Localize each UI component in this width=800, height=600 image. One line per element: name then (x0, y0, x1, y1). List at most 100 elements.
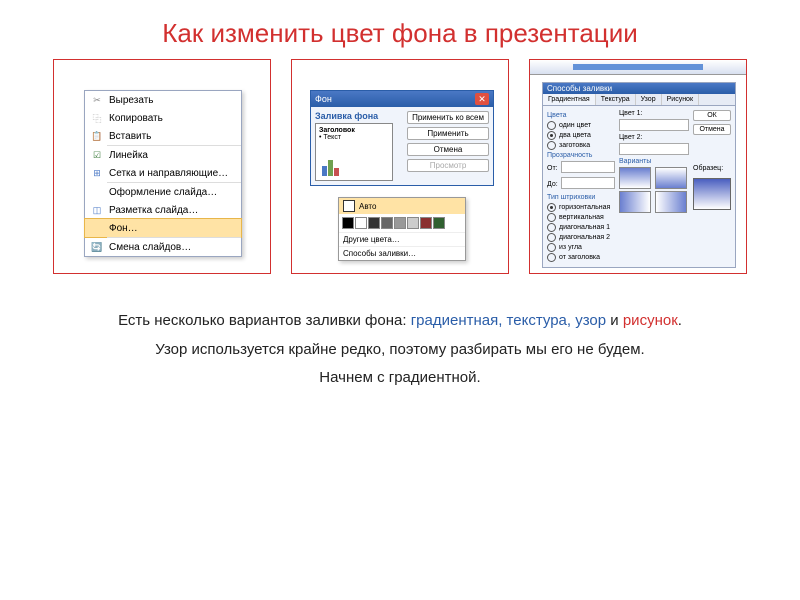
apply-button[interactable]: Применить (407, 127, 489, 140)
color-option-row[interactable]: два цвета (547, 131, 615, 140)
to-slider[interactable] (561, 177, 615, 189)
color-swatch[interactable] (355, 217, 367, 229)
fill-section-label: Заливка фона (315, 111, 403, 121)
color-swatch[interactable] (394, 217, 406, 229)
fill-tab[interactable]: Текстура (596, 94, 636, 105)
variants-label: Варианты (619, 158, 689, 165)
radio-label: диагональная 2 (559, 234, 610, 241)
radio-label: заготовка (559, 142, 590, 149)
preview-button[interactable]: Просмотр (407, 159, 489, 172)
body-text: Есть несколько вариантов заливки фона: г… (0, 274, 800, 390)
color2-combo[interactable] (619, 143, 689, 155)
auto-label: Авто (359, 202, 376, 211)
transparency-group-label: Прозрачность (547, 152, 615, 159)
radio-icon (547, 141, 556, 150)
apply-all-button[interactable]: Применить ко всем (407, 111, 489, 124)
more-colors-item[interactable]: Другие цвета… (339, 232, 465, 246)
to-label: До: (547, 181, 558, 188)
radio-label: диагональная 1 (559, 224, 610, 231)
radio-icon (547, 203, 556, 212)
menu-item-icon: 🔄 (89, 240, 105, 254)
fill-tab[interactable]: Градиентная (543, 94, 596, 105)
variant-1[interactable] (619, 167, 651, 189)
variant-4[interactable] (655, 191, 687, 213)
menu-item-label: Фон… (109, 223, 138, 234)
radio-icon (547, 243, 556, 252)
text-1d: рисунок (623, 312, 678, 329)
ruler-icon (530, 60, 746, 75)
color-swatch[interactable] (433, 217, 445, 229)
menu-item-label: Линейка (109, 150, 148, 161)
fill-tab[interactable]: Рисунок (662, 94, 699, 105)
color-swatch[interactable] (342, 217, 354, 229)
color1-combo[interactable] (619, 119, 689, 131)
fill-methods-item[interactable]: Способы заливки… (339, 246, 465, 260)
context-menu-item[interactable]: ✂ Вырезать (85, 91, 241, 109)
context-menu-item[interactable]: ⿻Копировать (85, 109, 241, 127)
context-menu-item[interactable]: 📋 Вставить (85, 127, 241, 145)
color-option-row[interactable]: один цвет (547, 121, 615, 130)
menu-item-icon: 📋 (89, 129, 105, 143)
menu-item-icon: ⊞ (89, 166, 105, 180)
variant-2[interactable] (655, 167, 687, 189)
color-option-row[interactable]: заготовка (547, 141, 615, 150)
ok-button[interactable]: ОК (693, 110, 731, 121)
menu-item-icon: ◫ (89, 203, 105, 217)
color-swatch[interactable] (407, 217, 419, 229)
auto-color-row[interactable]: Авто (339, 198, 465, 214)
color1-label: Цвет 1: (619, 110, 689, 117)
radio-icon (547, 213, 556, 222)
type-option-row[interactable]: диагональная 1 (547, 223, 615, 232)
type-option-row[interactable]: диагональная 2 (547, 233, 615, 242)
variant-3[interactable] (619, 191, 651, 213)
radio-label: два цвета (559, 132, 591, 139)
type-option-row[interactable]: горизонтальная (547, 203, 615, 212)
color2-label: Цвет 2: (619, 134, 689, 141)
type-option-row[interactable]: от заголовка (547, 253, 615, 262)
fill-tabs: ГрадиентнаяТекстураУзорРисунок (543, 94, 735, 106)
color-swatch-row (339, 214, 465, 232)
menu-item-label: Вырезать (109, 95, 153, 106)
context-menu-item[interactable]: ⊞Сетка и направляющие… (85, 164, 241, 182)
menu-item-label: Смена слайдов… (109, 242, 191, 253)
text-1a: Есть несколько вариантов заливки фона: (118, 312, 411, 329)
color-swatch[interactable] (420, 217, 432, 229)
menu-item-label: Вставить (109, 131, 151, 142)
menu-item-icon: ⿻ (89, 111, 105, 125)
screenshot-background-dialog: Фон ✕ Заливка фона Заголовок • Текст При… (291, 59, 509, 274)
background-dialog: Фон ✕ Заливка фона Заголовок • Текст При… (310, 90, 494, 186)
page-title: Как изменить цвет фона в презентации (0, 0, 800, 59)
type-group-label: Тип штриховки (547, 194, 615, 201)
context-menu-item[interactable]: Оформление слайда… (85, 183, 241, 201)
from-slider[interactable] (561, 161, 615, 173)
preview-title: Заголовок (319, 127, 389, 134)
close-icon[interactable]: ✕ (475, 93, 489, 105)
color-swatch[interactable] (381, 217, 393, 229)
colors-group-label: Цвета (547, 112, 615, 119)
context-menu-item[interactable]: ◫ Разметка слайда… (85, 201, 241, 219)
context-menu: ✂ Вырезать ⿻Копировать 📋 Вставить ☑Линейка⊞Се… (84, 90, 242, 257)
gradient-variants (619, 167, 689, 213)
cancel-button[interactable]: Отмена (407, 143, 489, 156)
context-menu-item[interactable]: 🔄 Смена слайдов… (85, 238, 241, 256)
type-option-row[interactable]: из угла (547, 243, 615, 252)
preview-text: • Текст (319, 134, 389, 141)
auto-swatch-icon (343, 200, 355, 212)
slide-preview: Заголовок • Текст (315, 123, 393, 181)
text-1e: . (678, 312, 682, 329)
cancel-button-2[interactable]: Отмена (693, 124, 731, 135)
radio-icon (547, 253, 556, 262)
context-menu-item[interactable]: ☑Линейка (85, 146, 241, 164)
context-menu-item[interactable]: Фон… (84, 218, 242, 238)
fill-dialog-title: Способы заливки (543, 83, 735, 94)
radio-icon (547, 223, 556, 232)
color-swatch[interactable] (368, 217, 380, 229)
type-option-row[interactable]: вертикальная (547, 213, 615, 222)
fill-methods-dialog: Способы заливки ГрадиентнаяТекстураУзорР… (542, 82, 736, 268)
fill-tab[interactable]: Узор (636, 94, 662, 105)
menu-item-label: Разметка слайда… (109, 205, 198, 216)
menu-item-icon: ✂ (89, 93, 105, 107)
from-label: От: (547, 165, 558, 172)
menu-item-label: Оформление слайда… (109, 187, 217, 198)
sample-preview (693, 178, 731, 210)
